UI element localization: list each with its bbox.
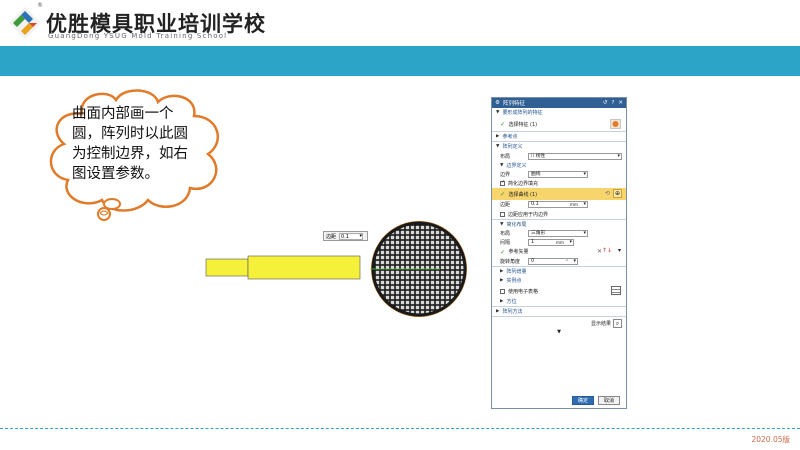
spacing-input[interactable]: 1 mm xyxy=(528,239,574,247)
collapse-icon: ▼ xyxy=(496,110,500,116)
simplified-fill-row[interactable]: 简化边界填充 xyxy=(492,179,626,188)
section-simplified-layout[interactable]: ▼ 简化布局 xyxy=(492,220,626,229)
dialog-title: 阵列特征 xyxy=(502,101,525,107)
layout2-row: 布局 三角形 xyxy=(492,229,626,238)
layout2-select[interactable]: 三角形 xyxy=(528,229,588,237)
rotation-input[interactable]: 0 ° xyxy=(528,257,578,265)
school-logo-icon xyxy=(9,7,41,39)
distance-label: 边距 xyxy=(326,233,337,240)
margin-row: 边距 0.1 mm xyxy=(492,200,626,209)
header-banner xyxy=(0,46,800,76)
spacing-row: 间隔 1 mm xyxy=(492,238,626,247)
curve-select-icon[interactable]: ⊕ xyxy=(613,189,622,199)
spreadsheet-icon[interactable] xyxy=(611,286,621,295)
show-result-row: 显示结果 ⌕ xyxy=(492,317,626,329)
distance-input-popup[interactable]: 边距 0.1 xyxy=(323,231,368,241)
callout-text: 曲面内部画一个圆，阵列时以此圆为控制边界，如右图设置参数。 xyxy=(72,106,188,182)
collapse-icon: ▼ xyxy=(500,221,504,227)
layout-select[interactable]: ⁞⁞ 线性 xyxy=(528,152,622,160)
check-icon: ✓ xyxy=(500,120,506,129)
school-name-english: GuangDong YSUG Mold Training School xyxy=(48,32,228,40)
expand-icon: ▶ xyxy=(500,268,504,274)
close-button[interactable]: ✕ xyxy=(618,100,623,106)
gear-icon: ⚙ xyxy=(495,100,500,106)
apply-inner-checkbox[interactable] xyxy=(500,211,505,217)
section-instance-points[interactable]: ▶ 实例点 xyxy=(492,276,626,285)
edition-label: 2020.05版 xyxy=(751,435,790,444)
expand-icon: ▶ xyxy=(500,299,504,305)
section-array-definition[interactable]: ▼ 阵列定义 xyxy=(492,142,626,151)
section-array-increment[interactable]: ▶ 阵列增量 xyxy=(492,267,626,276)
expand-icon: ▶ xyxy=(500,277,504,283)
vector-dropdown-icon[interactable]: ▾ xyxy=(618,247,621,254)
help-button[interactable]: ? xyxy=(611,100,614,106)
section-reference-point[interactable]: ▶ 参考点 xyxy=(492,132,626,141)
reset-button[interactable]: ↺ xyxy=(603,100,608,106)
rotation-row: 旋转角度 0 ° xyxy=(492,256,626,265)
more-options-arrow-icon[interactable]: ▼ xyxy=(492,329,626,335)
use-spreadsheet-row[interactable]: 使用电子表格 xyxy=(492,285,626,297)
check-icon: ✓ xyxy=(500,190,506,199)
margin-input[interactable]: 0.1 mm xyxy=(528,201,588,209)
dialog-buttons: 确定 取消 xyxy=(492,396,626,405)
curve-icon[interactable]: ⟲ xyxy=(605,190,610,197)
footer-dashed-line xyxy=(0,428,800,429)
ref-vector-row[interactable]: ✓ 参考矢量 ✕ ↑↓ ▾ xyxy=(492,247,626,256)
select-feature-row[interactable]: ✓ 选择特征 (1) xyxy=(492,117,626,131)
registered-mark: ® xyxy=(37,2,43,9)
section-orientation[interactable]: ▶ 方位 xyxy=(492,297,626,306)
collapse-icon: ▼ xyxy=(496,144,500,150)
header: ® 优胜模具职业培训学校 GuangDong YSUG Mold Trainin… xyxy=(0,0,800,46)
feature-icon[interactable] xyxy=(610,119,621,129)
pattern-feature-dialog: ⚙ 阵列特征 ↺ ? ✕ ▼ 要形成阵列的特征 ✓ 选择特征 (1) ▶ 参考点 ▼… xyxy=(491,97,627,409)
dialog-title-bar: ⚙ 阵列特征 ↺ ? ✕ xyxy=(492,98,626,108)
cad-model-viewport[interactable] xyxy=(200,210,480,320)
cancel-button[interactable]: 取消 xyxy=(597,396,620,405)
simplified-fill-checkbox[interactable] xyxy=(500,179,505,187)
vector-direction-icon[interactable]: ↑↓ xyxy=(602,247,612,254)
section-array-method[interactable]: ▶ 阵列方法 xyxy=(492,307,626,316)
use-spreadsheet-checkbox[interactable] xyxy=(500,288,505,294)
ok-button[interactable]: 确定 xyxy=(571,396,594,405)
show-result-label: 显示结果 xyxy=(590,320,611,327)
check-icon: ✓ xyxy=(500,247,506,256)
collapse-icon: ▼ xyxy=(500,162,504,168)
section-features[interactable]: ▼ 要形成阵列的特征 xyxy=(492,108,626,117)
expand-icon: ▶ xyxy=(496,134,500,140)
expand-icon: ▶ xyxy=(496,309,500,315)
select-curve-row[interactable]: ✓ 选择曲线 (1) ⟲ ⊕ xyxy=(492,188,626,201)
distance-value[interactable]: 0.1 xyxy=(339,232,364,240)
boundary-select[interactable]: 曲线 xyxy=(528,171,588,179)
boundary-row: 边界 曲线 xyxy=(492,170,626,179)
apply-inner-row[interactable]: 边距应用于内边界 xyxy=(492,210,626,219)
section-boundary-definition[interactable]: ▼ 边界定义 xyxy=(492,161,626,170)
layout-row: 布局 ⁞⁞ 线性 xyxy=(492,152,626,161)
magnifier-icon[interactable]: ⌕ xyxy=(613,318,622,328)
